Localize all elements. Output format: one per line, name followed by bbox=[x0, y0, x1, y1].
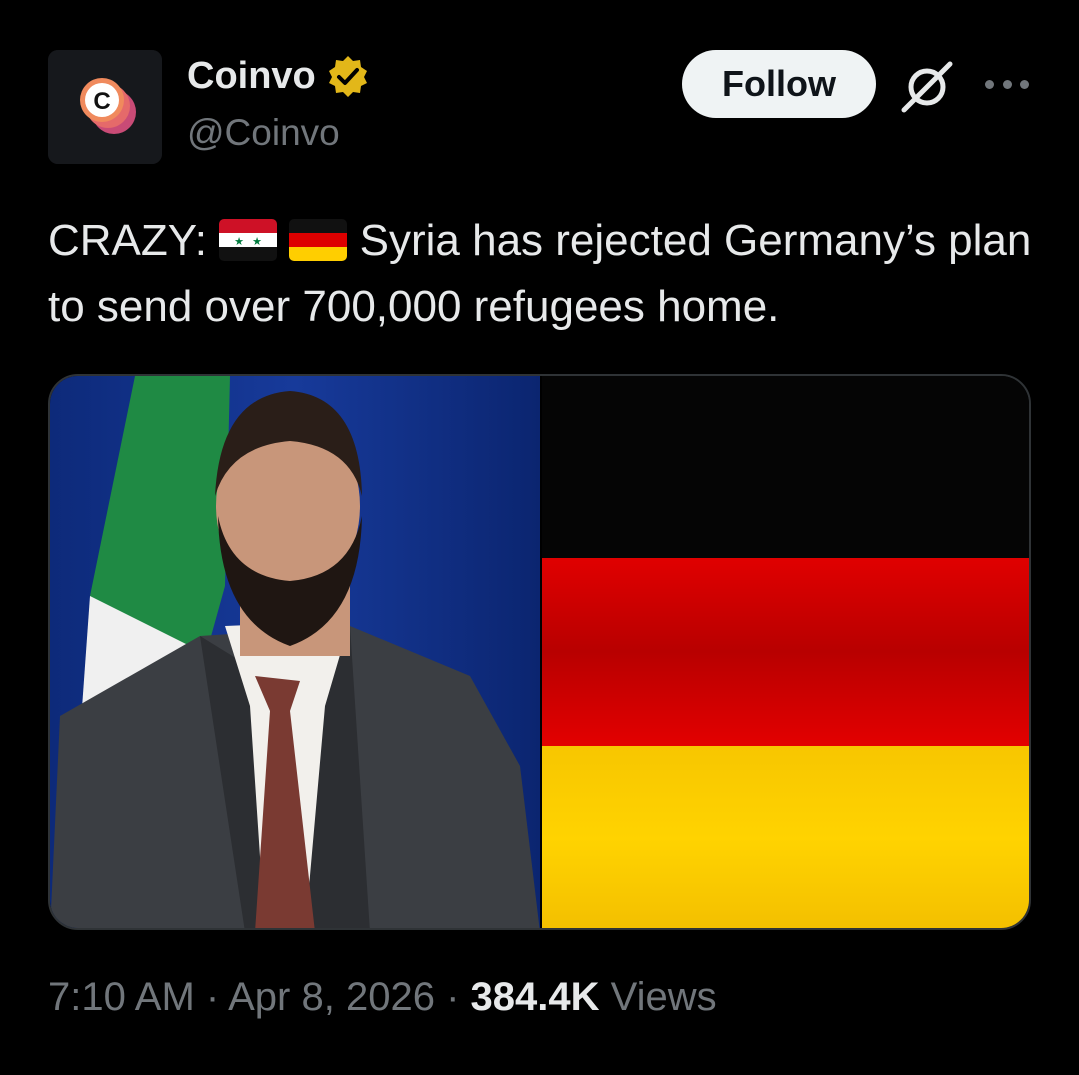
post-photo bbox=[50, 376, 1029, 928]
more-dot bbox=[1020, 79, 1029, 89]
follow-button[interactable]: Follow bbox=[682, 50, 876, 118]
meta-separator: · bbox=[446, 975, 471, 1019]
coinvo-logo: C bbox=[48, 50, 162, 164]
verified-badge-icon bbox=[328, 56, 367, 97]
post-time[interactable]: 7:10 AM bbox=[48, 975, 195, 1019]
avatar[interactable]: C bbox=[48, 50, 162, 164]
post-prefix: CRAZY: bbox=[48, 216, 207, 265]
post-date[interactable]: Apr 8, 2026 bbox=[228, 975, 435, 1019]
more-options-button[interactable] bbox=[985, 62, 1029, 106]
svg-text:★: ★ bbox=[234, 235, 244, 248]
post-image[interactable] bbox=[48, 374, 1031, 930]
post-meta: 7:10 AM · Apr 8, 2026 · 384.4K Views bbox=[48, 975, 717, 1020]
meta-separator: · bbox=[205, 975, 229, 1019]
germany-flag-icon bbox=[289, 219, 348, 261]
more-dot bbox=[1002, 79, 1012, 89]
more-dot bbox=[985, 79, 994, 89]
grok-icon[interactable] bbox=[898, 60, 956, 114]
account-name[interactable]: Coinvo bbox=[187, 55, 316, 98]
svg-text:★: ★ bbox=[252, 235, 262, 248]
logo-letter: C bbox=[93, 88, 110, 115]
syria-flag-icon: ★ ★ bbox=[219, 219, 278, 261]
views-label: Views bbox=[610, 975, 717, 1019]
views-count: 384.4K bbox=[470, 975, 600, 1019]
display-name[interactable]: Coinvo bbox=[187, 54, 370, 98]
account-handle[interactable]: @Coinvo bbox=[187, 112, 340, 154]
post-text: CRAZY: ★ ★ Syria has rejected Germany’s … bbox=[48, 208, 1048, 340]
